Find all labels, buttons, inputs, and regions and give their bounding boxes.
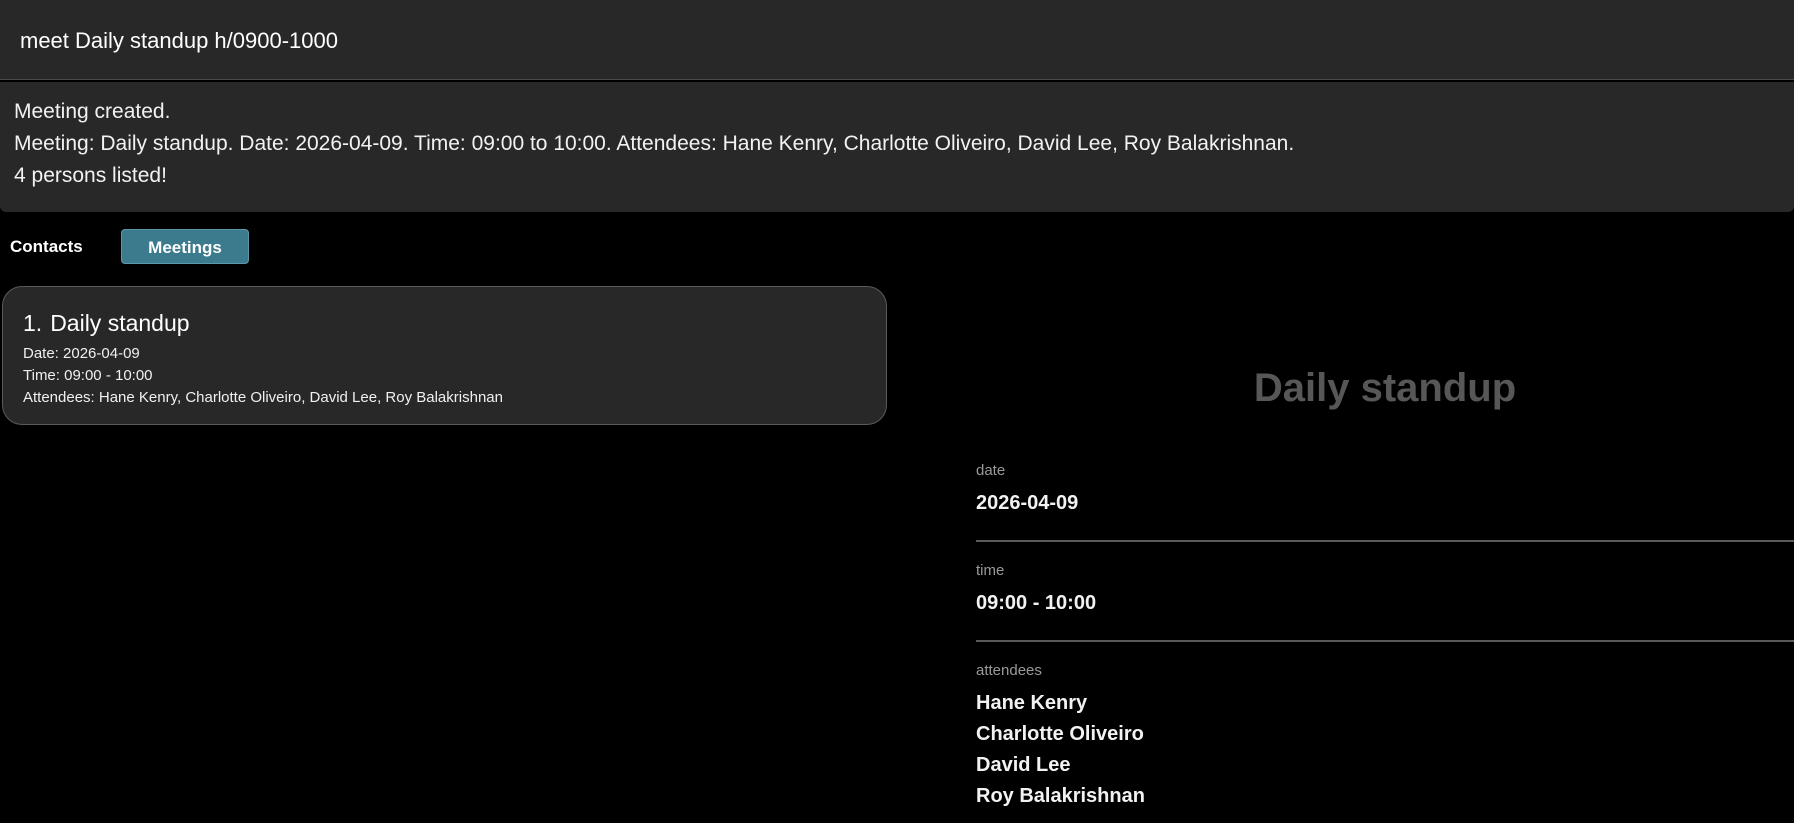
result-line: Meeting created. xyxy=(14,100,171,123)
command-input[interactable] xyxy=(20,26,1720,56)
attendee-item: David Lee xyxy=(976,754,1071,776)
app-window: Meeting created. Meeting: Daily standup.… xyxy=(0,0,1794,823)
date-value: 2026-04-09 xyxy=(976,492,1079,514)
date-label: date xyxy=(976,462,1006,479)
meeting-card[interactable]: 1. Daily standup Date: 2026-04-09 Time: 0… xyxy=(2,286,887,425)
meeting-card-attendees: Attendees: Hane Kenry, Charlotte Oliveir… xyxy=(23,389,503,406)
divider xyxy=(976,640,1794,642)
result-line: 4 persons listed! xyxy=(14,164,167,187)
detail-title: Daily standup xyxy=(1253,366,1517,410)
attendees-label: attendees xyxy=(976,662,1042,679)
tab-contacts[interactable]: Contacts xyxy=(10,229,86,264)
attendee-item: Roy Balakrishnan xyxy=(976,785,1145,807)
result-line: Meeting: Daily standup. Date: 2026-04-09… xyxy=(14,132,1295,155)
time-value: 09:00 - 10:00 xyxy=(976,592,1097,614)
meeting-card-index: 1. xyxy=(23,310,43,336)
time-label: time xyxy=(976,562,1005,579)
tab-bar: Contacts Meetings xyxy=(0,229,400,265)
attendee-item: Hane Kenry xyxy=(976,692,1088,714)
result-display: Meeting created. Meeting: Daily standup.… xyxy=(0,82,1794,212)
meeting-card-time: Time: 09:00 - 10:00 xyxy=(23,367,153,384)
attendee-item: Charlotte Oliveiro xyxy=(976,723,1144,745)
tab-meetings[interactable]: Meetings xyxy=(121,229,249,264)
meeting-card-date: Date: 2026-04-09 xyxy=(23,345,140,362)
meeting-card-name: Daily standup xyxy=(50,310,190,336)
meeting-list: 1. Daily standup Date: 2026-04-09 Time: 0… xyxy=(0,286,888,823)
divider xyxy=(976,540,1794,542)
command-box xyxy=(0,0,1794,80)
meeting-card-title: 1. Daily standup xyxy=(23,309,866,337)
meeting-detail-panel: Daily standup date 2026-04-09 time 09:00… xyxy=(976,340,1794,823)
